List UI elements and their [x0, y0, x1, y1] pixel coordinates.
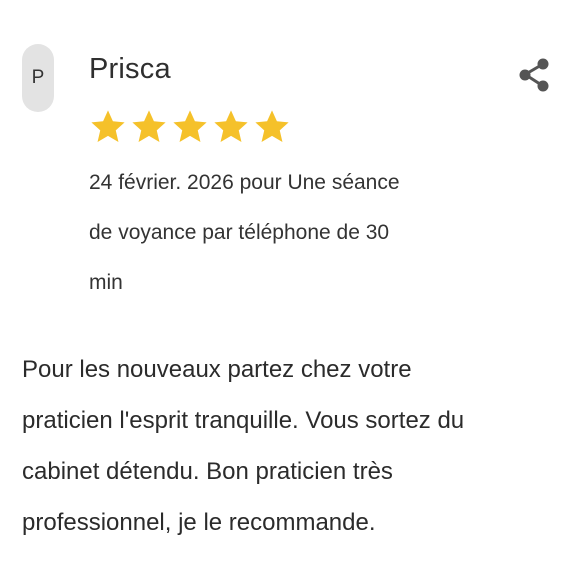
star-icon — [255, 110, 289, 143]
avatar: P — [22, 44, 54, 112]
star-icon — [173, 110, 207, 143]
avatar-initial: P — [31, 67, 45, 88]
review-text: Pour les nouveaux partez chez votre prat… — [22, 344, 582, 548]
review-text-line: cabinet détendu. Bon praticien très — [22, 458, 393, 485]
review-meta-line: 24 février. 2026 pour Une séance — [89, 171, 400, 194]
review-text-line: Pour les nouveaux partez chez votre — [22, 356, 412, 383]
review-meta-line: de voyance par téléphone de 30 — [89, 221, 390, 244]
star-icon — [91, 110, 125, 143]
review-meta: 24 février. 2026 pour Une séance de voya… — [89, 158, 489, 308]
star-icon — [132, 110, 166, 143]
share-button[interactable] — [516, 56, 554, 94]
star-rating — [89, 108, 291, 146]
review-text-line: praticien l'esprit tranquille. Vous sort… — [22, 407, 465, 434]
review-card: P Prisca 24 février. 2026 pour Une séanc… — [0, 0, 587, 581]
share-icon — [519, 58, 549, 92]
star-icon — [214, 110, 248, 143]
review-text-line: professionnel, je le recommande. — [22, 509, 376, 536]
review-meta-line: min — [89, 271, 123, 294]
reviewer-name: Prisca — [89, 53, 171, 85]
